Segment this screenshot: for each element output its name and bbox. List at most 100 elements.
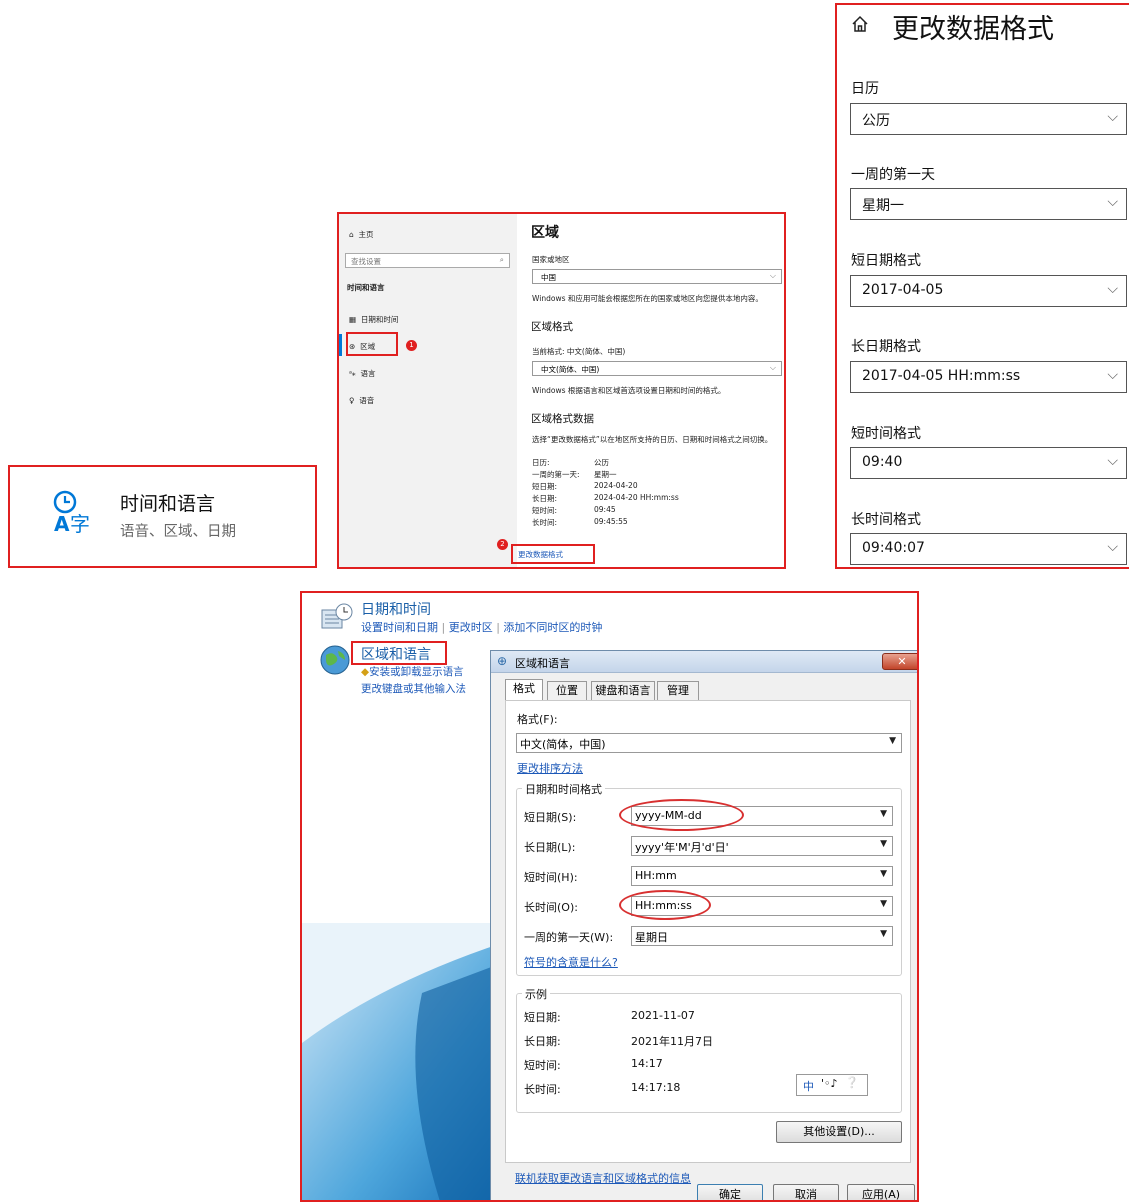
sidebar-item-language[interactable]: ᵃ⁎ 语言	[349, 368, 375, 379]
short-time-label: 短时间(H):	[524, 871, 578, 884]
add-clock-link[interactable]: 添加不同时区的时钟	[503, 621, 602, 634]
long-date-combo[interactable]: yyyy'年'M'月'd'日' ▼	[631, 836, 893, 856]
dropdown-arrow-icon: ▼	[880, 809, 887, 819]
time-language-tile[interactable]: A 字 时间和语言 语音、区域、日期	[8, 465, 317, 568]
region-language-dialog: ⊕ 区域和语言 ✕ 格式 位置 键盘和语言 管理 格式(F): 中文(简体，中国…	[490, 650, 917, 1200]
row-key: 一周的第一天:	[532, 470, 580, 479]
symbol-meaning-link[interactable]: 符号的含意是什么?	[524, 954, 618, 970]
dialog-globe-icon: ⊕	[497, 654, 508, 668]
language-icon: ᵃ⁎	[349, 369, 356, 378]
change-timezone-link[interactable]: 更改时区	[449, 621, 493, 634]
format-combo[interactable]: 中文(简体，中国) ▼	[516, 733, 902, 753]
control-panel-screenshot: 日期和时间 设置时间和日期 | 更改时区 | 添加不同时区的时钟 区域和语言 ◆…	[300, 591, 919, 1202]
close-button[interactable]: ✕	[882, 653, 917, 670]
short-time-dropdown[interactable]: 09:40 ⌵	[850, 447, 1127, 479]
long-time-label: 长时间格式	[851, 512, 921, 528]
list-item: 日历: 公历	[532, 457, 782, 469]
format-data-list: 日历: 公历 一周的第一天: 星期一 短日期: 2024-04-20 长日期: 2024…	[532, 457, 782, 529]
sidebar-item-region[interactable]: ⊛ 区域	[349, 341, 375, 352]
dropdown-arrow-icon: ▼	[889, 736, 896, 746]
group-title: 日期和时间格式	[522, 781, 605, 797]
set-date-time-link[interactable]: 设置时间和日期	[361, 621, 438, 634]
ime-toolbar[interactable]: 中 '◦♪ ❔	[796, 1074, 868, 1096]
list-item: 一周的第一天: 星期一	[532, 469, 782, 481]
row-value: 星期一	[594, 470, 617, 479]
svg-text:字: 字	[70, 512, 90, 536]
list-item: 短时间: 09:45	[532, 505, 782, 517]
country-dropdown[interactable]: 中国 ⌵	[532, 269, 782, 284]
example-value: 14:17	[631, 1057, 663, 1070]
cancel-button[interactable]: 取消	[773, 1184, 839, 1200]
long-date-value: yyyy'年'M'月'd'日'	[635, 841, 729, 854]
dropdown-arrow-icon: ▼	[880, 839, 887, 849]
change-data-format-link[interactable]: 更改数据格式	[518, 549, 563, 560]
list-item: 长日期: 2024-04-20 HH:mm:ss	[532, 493, 782, 505]
apply-button[interactable]: 应用(A)	[847, 1184, 915, 1200]
online-info-link[interactable]: 联机获取更改语言和区域格式的信息	[515, 1170, 691, 1186]
close-icon: ✕	[897, 655, 907, 668]
search-placeholder: 查找设置	[351, 257, 381, 266]
home-label: 主页	[358, 230, 374, 239]
sidebar-item-date-time[interactable]: ▦ 日期和时间	[349, 314, 398, 325]
step-badge-1: 1	[406, 340, 417, 351]
install-language-link[interactable]: ◆安装或卸载显示语言	[361, 664, 464, 679]
change-keyboard-link[interactable]: 更改键盘或其他输入法	[361, 681, 466, 696]
svg-text:A: A	[54, 512, 70, 536]
home-icon: ⌂	[349, 230, 354, 239]
microphone-icon: ♀	[349, 396, 355, 405]
short-date-dropdown[interactable]: 2017-04-05 ⌵	[850, 275, 1127, 307]
desktop-wallpaper	[302, 923, 502, 1200]
settings-search-input[interactable]: 查找设置 ⌕	[345, 253, 510, 268]
tab-format[interactable]: 格式	[505, 679, 543, 700]
first-day-value: 星期一	[862, 198, 904, 214]
tab-location[interactable]: 位置	[547, 681, 587, 700]
search-icon: ⌕	[499, 255, 504, 264]
change-sort-link[interactable]: 更改排序方法	[517, 760, 583, 776]
example-value: 2021-11-07	[631, 1009, 695, 1022]
dialog-title: 区域和语言	[515, 657, 570, 670]
row-value: 09:45	[594, 505, 616, 514]
sidebar-item-speech[interactable]: ♀ 语音	[349, 395, 374, 406]
ok-button[interactable]: 确定	[697, 1184, 763, 1200]
date-time-title[interactable]: 日期和时间	[361, 599, 431, 619]
more-settings-button[interactable]: 其他设置(D)...	[776, 1121, 902, 1143]
chevron-down-icon: ⌵	[1107, 539, 1118, 555]
data-heading: 区域格式数据	[531, 413, 594, 425]
calendar-icon: ▦	[349, 315, 357, 324]
chevron-down-icon: ⌵	[1107, 281, 1118, 297]
sidebar-home[interactable]: ⌂ 主页	[349, 229, 374, 240]
data-note: 选择“更改数据格式”以在地区所支持的日历、日期和时间格式之间切换。	[532, 435, 773, 444]
home-icon[interactable]	[851, 15, 869, 33]
chevron-down-icon: ⌵	[769, 363, 776, 372]
ime-language: 中	[803, 1080, 814, 1093]
long-date-label: 长日期(L):	[524, 841, 576, 854]
annotation-ellipse	[619, 799, 744, 831]
tab-admin[interactable]: 管理	[657, 681, 699, 700]
list-item: 短日期: 2024-04-20	[532, 481, 782, 493]
row-key: 日历:	[532, 458, 550, 467]
globe-icon	[320, 645, 350, 675]
short-time-combo[interactable]: HH:mm ▼	[631, 866, 893, 886]
first-day-value: 星期日	[635, 931, 668, 944]
tile-title: 时间和语言	[120, 493, 216, 515]
example-title: 示例	[522, 986, 550, 1002]
chevron-down-icon: ⌵	[1107, 194, 1118, 210]
long-time-dropdown[interactable]: 09:40:07 ⌵	[850, 533, 1127, 565]
current-format: 当前格式: 中文(简体、中国)	[532, 347, 626, 356]
region-language-title[interactable]: 区域和语言	[361, 644, 431, 664]
sidebar-item-label: 区域	[360, 342, 376, 351]
row-key: 长时间:	[532, 518, 558, 527]
country-label: 国家或地区	[532, 255, 570, 264]
first-day-dropdown[interactable]: 星期一 ⌵	[850, 188, 1127, 220]
dropdown-arrow-icon: ▼	[880, 869, 887, 879]
country-value: 中国	[541, 273, 556, 282]
help-icon: ❔	[845, 1076, 859, 1089]
tab-keyboard[interactable]: 键盘和语言	[591, 681, 655, 700]
format-dropdown[interactable]: 中文(简体、中国) ⌵	[532, 361, 782, 376]
calendar-dropdown[interactable]: 公历 ⌵	[850, 103, 1127, 135]
long-date-dropdown[interactable]: 2017-04-05 HH:mm:ss ⌵	[850, 361, 1127, 393]
change-format-panel: 更改数据格式 日历 公历 ⌵ 一周的第一天 星期一 ⌵ 短日期格式 2017-04-…	[835, 3, 1129, 569]
short-time-label: 短时间格式	[851, 426, 921, 442]
example-key: 长日期:	[524, 1035, 561, 1048]
first-day-combo[interactable]: 星期日 ▼	[631, 926, 893, 946]
